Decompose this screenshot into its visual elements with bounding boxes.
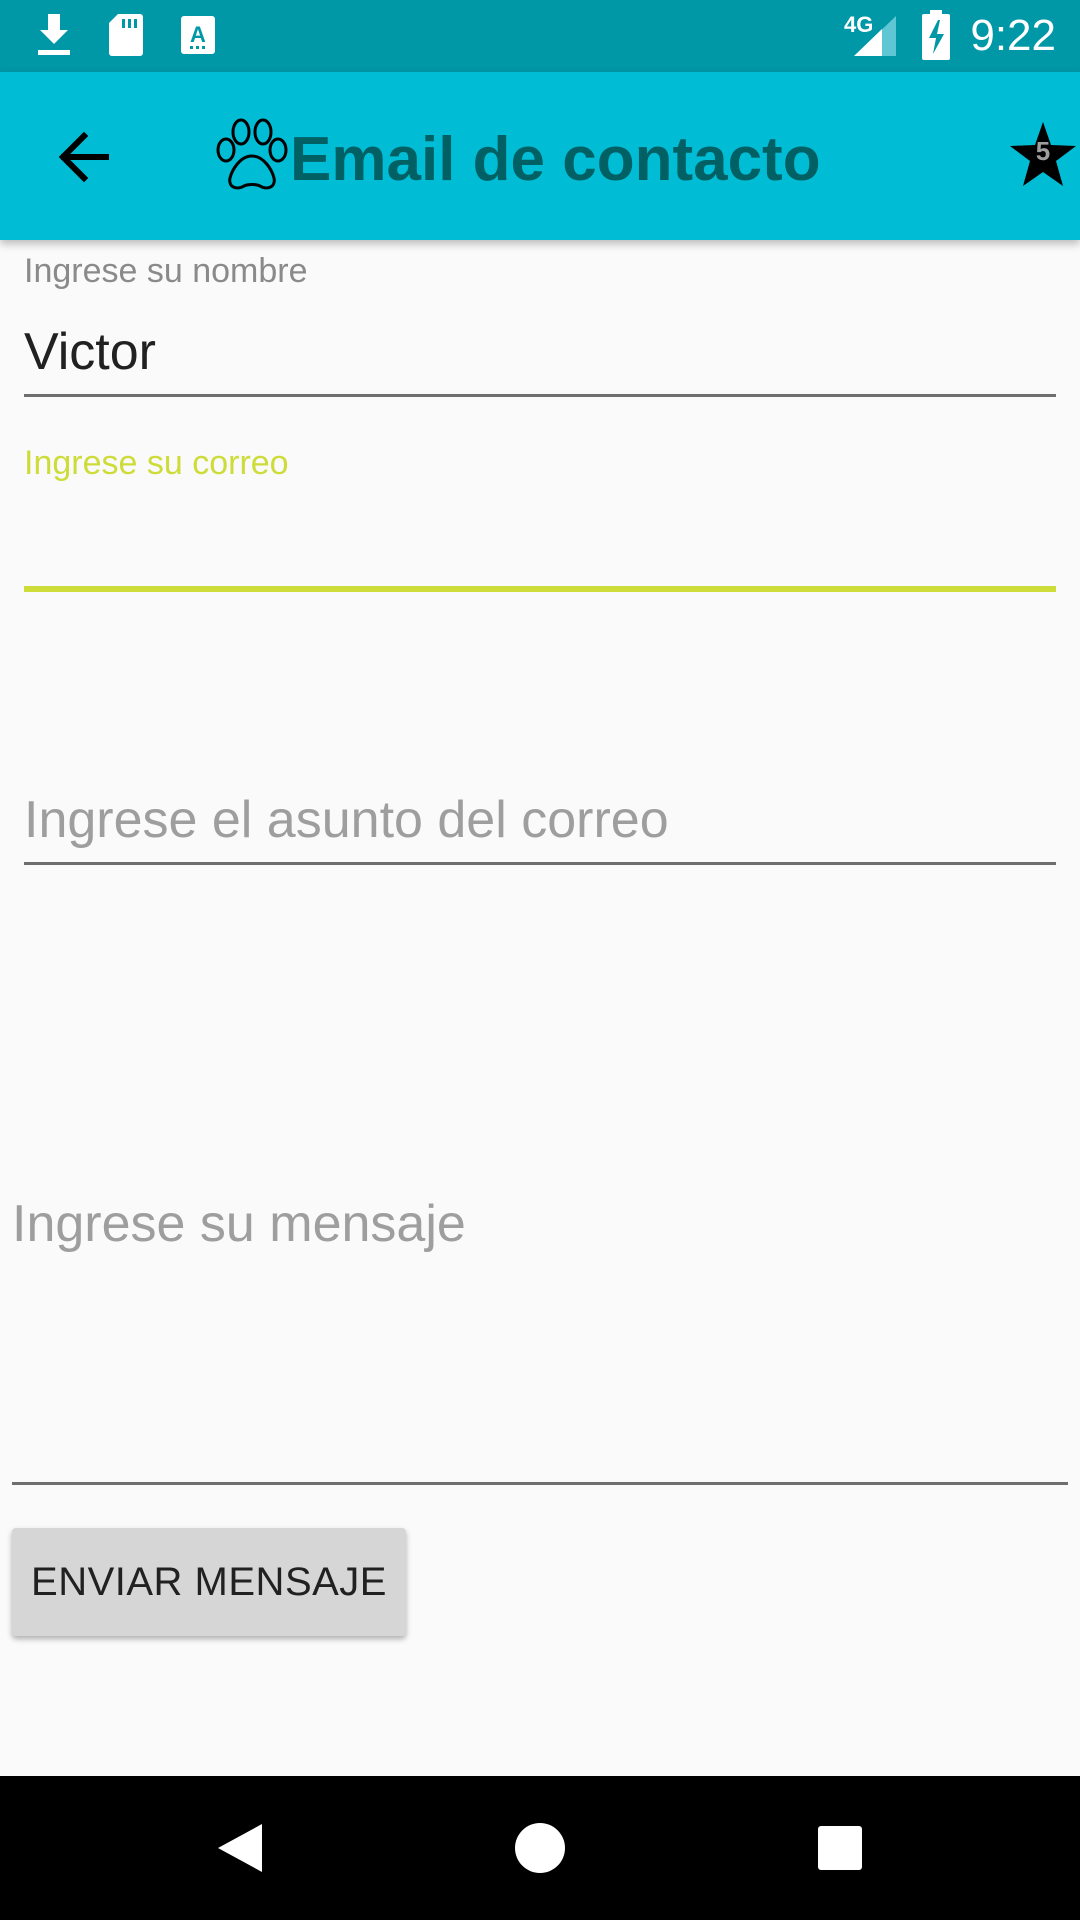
- status-bar: A 4G 9:22: [0, 0, 1080, 72]
- sd-card-icon: [109, 14, 143, 56]
- back-arrow-icon[interactable]: [50, 122, 120, 192]
- subject-field[interactable]: Ingrese el asunto del correo: [24, 780, 1056, 870]
- battery-charging-icon: [922, 10, 950, 60]
- font-a-icon: A: [181, 16, 215, 54]
- svg-text:A: A: [190, 22, 206, 47]
- paw-icon: [216, 118, 288, 190]
- email-field-label: Ingrese su correo: [24, 444, 289, 482]
- message-field-placeholder: Ingrese su mensaje: [12, 1195, 466, 1253]
- nav-home-icon[interactable]: [510, 1818, 570, 1878]
- name-field[interactable]: Ingrese su nombre Victor: [24, 252, 1056, 400]
- email-field-underline: [24, 586, 1056, 592]
- app-toolbar: Email de contacto 5: [0, 72, 1080, 240]
- name-field-underline: [24, 394, 1056, 397]
- message-field[interactable]: Ingrese su mensaje: [12, 1180, 1068, 1486]
- name-field-label: Ingrese su nombre: [24, 252, 308, 290]
- signal-4g-icon: [854, 16, 896, 56]
- page-title: Email de contacto: [290, 125, 821, 194]
- status-time: 9:22: [970, 11, 1056, 60]
- name-field-value[interactable]: Victor: [24, 322, 156, 382]
- subject-field-underline: [24, 862, 1056, 865]
- download-icon: [38, 14, 70, 55]
- subject-field-placeholder: Ingrese el asunto del correo: [24, 791, 669, 849]
- send-message-button[interactable]: ENVIAR MENSAJE: [12, 1528, 406, 1636]
- favorites-count-badge: 5: [1035, 136, 1051, 166]
- message-field-underline: [12, 1482, 1068, 1485]
- favorites-button[interactable]: 5: [1008, 120, 1078, 190]
- nav-recents-icon[interactable]: [810, 1818, 870, 1878]
- email-field[interactable]: Ingrese su correo: [24, 444, 1056, 594]
- nav-back-icon[interactable]: [210, 1818, 270, 1878]
- system-nav-bar: [0, 1776, 1080, 1920]
